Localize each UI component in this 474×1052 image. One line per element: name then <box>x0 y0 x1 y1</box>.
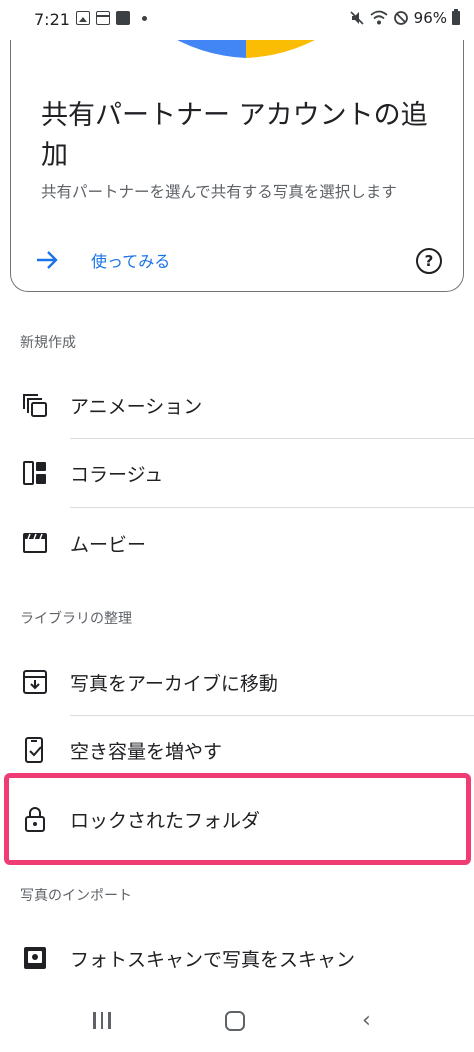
section-header-create: 新規作成 <box>20 335 76 351</box>
help-icon[interactable]: ? <box>416 248 442 274</box>
navigation-bar: ‹ <box>0 992 474 1052</box>
card-title: 共有パートナー アカウントの追加 <box>41 100 428 171</box>
archive-icon <box>22 669 48 695</box>
divider <box>70 507 474 508</box>
menu-item-collage[interactable]: コラージュ <box>0 439 474 507</box>
status-bar: 7:21 96% <box>0 0 474 40</box>
menu-label: フォトスキャンで写真をスキャン <box>70 948 356 971</box>
home-icon[interactable] <box>225 1011 245 1031</box>
menu-item-movie[interactable]: ムービー <box>0 509 474 577</box>
menu-label: ムービー <box>70 533 147 556</box>
menu-label: コラージュ <box>70 463 164 486</box>
menu-item-photoscan[interactable]: フォトスキャンで写真をスキャン <box>0 924 474 992</box>
browser-icon <box>96 11 110 25</box>
system-icons: 96% <box>349 9 460 27</box>
get-started-label: 使ってみる <box>91 252 171 271</box>
no-disturb-icon <box>393 11 408 25</box>
notification-icons <box>76 11 147 25</box>
menu-label: 空き容量を増やす <box>70 740 223 763</box>
collage-icon <box>22 460 48 486</box>
menu-item-archive[interactable]: 写真をアーカイブに移動 <box>0 648 474 716</box>
section-header-library: ライブラリの整理 <box>20 611 132 627</box>
menu-label: 写真をアーカイブに移動 <box>70 672 278 695</box>
wifi-icon <box>370 10 388 25</box>
dot-icon <box>142 15 147 21</box>
back-icon[interactable]: ‹ <box>362 1010 371 1032</box>
arrow-right-icon <box>33 246 61 274</box>
battery-icon <box>452 9 460 25</box>
image-icon <box>76 11 90 25</box>
get-started-button[interactable]: 使ってみる <box>33 246 170 274</box>
recents-icon[interactable] <box>93 1012 111 1029</box>
status-time: 7:21 <box>34 10 70 29</box>
free-space-icon <box>22 737 48 763</box>
section-header-import: 写真のインポート <box>20 888 132 904</box>
movie-icon <box>22 530 48 556</box>
highlight-box <box>4 773 471 865</box>
menu-item-animation[interactable]: アニメーション <box>0 371 474 439</box>
card-subtitle: 共有パートナーを選んで共有する写真を選択します <box>41 183 397 201</box>
menu-label: アニメーション <box>70 395 203 418</box>
animation-icon <box>22 392 48 418</box>
calendar-icon <box>116 11 130 25</box>
photoscan-icon <box>22 945 48 971</box>
sharing-partner-card: 共有パートナー アカウントの追加 共有パートナーを選んで共有する写真を選択します… <box>10 0 464 292</box>
battery-level: 96% <box>413 9 447 27</box>
mute-icon <box>350 11 364 25</box>
